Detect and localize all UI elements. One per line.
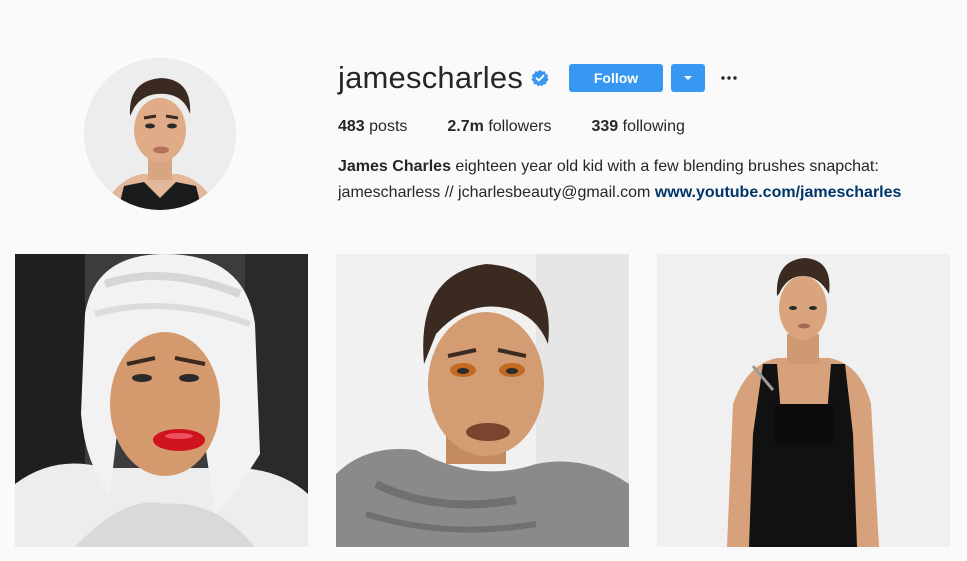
username-row: jamescharles Follow xyxy=(338,58,741,98)
followers-label: followers xyxy=(488,118,552,135)
posts-count: 483 xyxy=(338,118,365,135)
followers-count: 2.7m xyxy=(447,118,484,135)
verified-badge-icon xyxy=(531,69,549,87)
username: jamescharles xyxy=(338,60,524,95)
full-name: James Charles xyxy=(338,158,451,175)
profile-page: jamescharles Follow 483 posts 2.7m follo… xyxy=(0,0,967,561)
posts-stat: 483 posts xyxy=(338,118,407,136)
caret-down-icon xyxy=(684,76,693,80)
suggestions-dropdown-button[interactable] xyxy=(671,64,706,92)
ellipsis-icon xyxy=(721,76,737,80)
following-stat[interactable]: 339 following xyxy=(591,118,684,136)
post-thumbnail-1[interactable] xyxy=(15,254,308,547)
followers-stat[interactable]: 2.7m followers xyxy=(447,118,551,136)
photo-black-overalls-icon xyxy=(657,254,950,547)
photo-towel-red-lips-icon xyxy=(15,254,308,547)
more-options-button[interactable] xyxy=(717,64,741,92)
post-thumbnail-2[interactable] xyxy=(336,254,629,547)
profile-stats: 483 posts 2.7m followers 339 following xyxy=(338,118,725,136)
post-thumbnail-3[interactable] xyxy=(657,254,950,547)
profile-bio: James Charles eighteen year old kid with… xyxy=(338,154,948,206)
posts-label: posts xyxy=(369,118,408,135)
photo-orange-eyeshadow-turtleneck-icon xyxy=(336,254,629,547)
following-count: 339 xyxy=(591,118,619,135)
bio-link[interactable]: www.youtube.com/jamescharles xyxy=(655,184,902,201)
profile-avatar[interactable] xyxy=(84,58,236,210)
follow-button[interactable]: Follow xyxy=(569,64,664,92)
following-label: following xyxy=(622,118,685,135)
